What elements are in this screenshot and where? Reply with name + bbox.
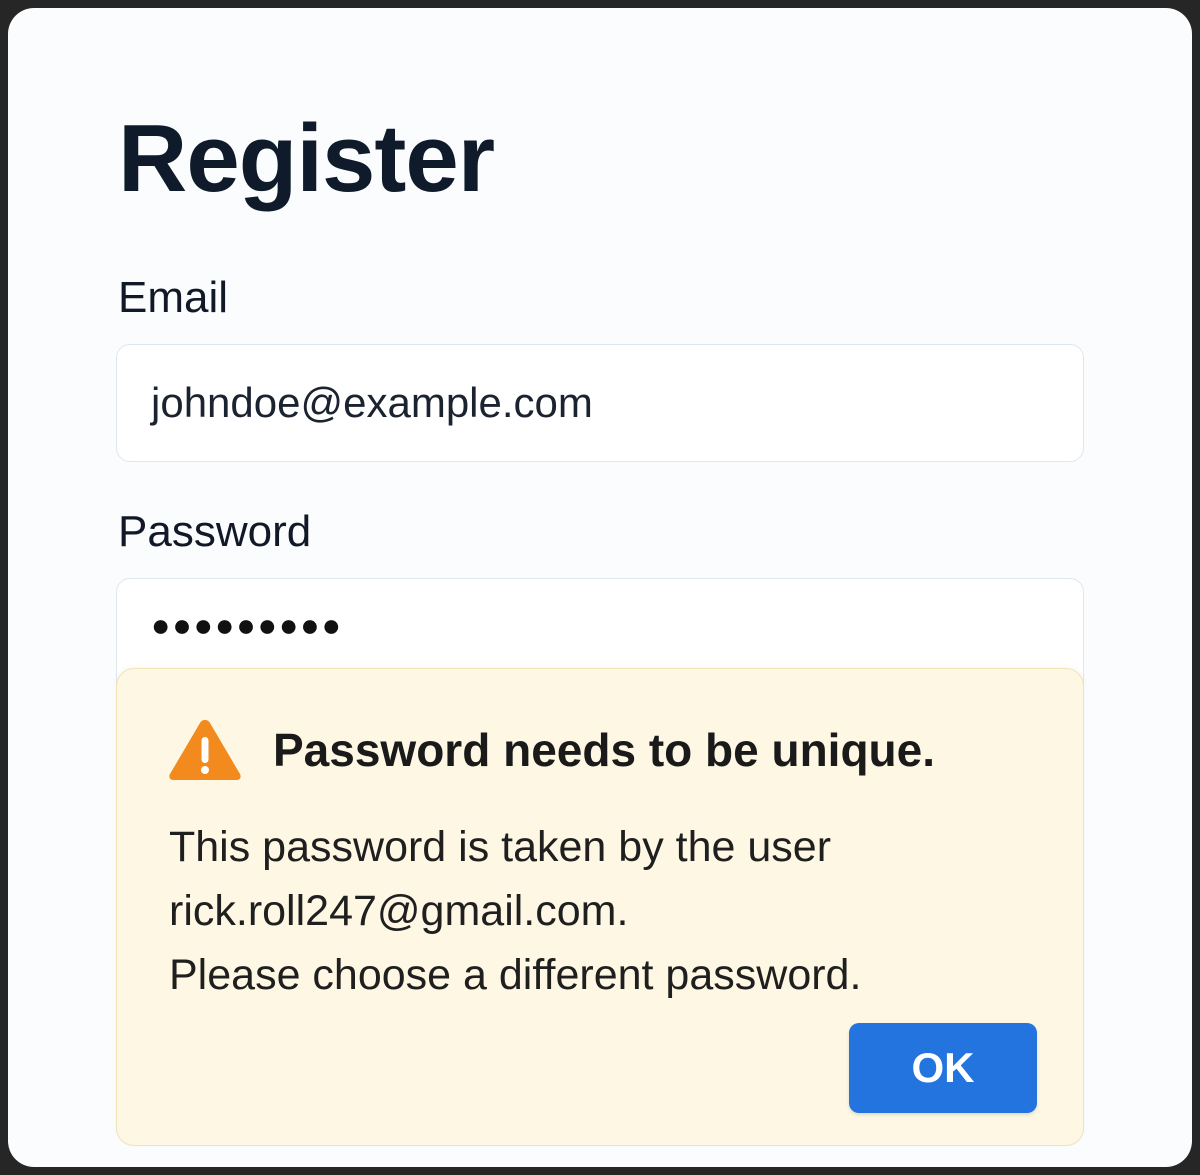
password-label: Password xyxy=(118,507,312,556)
email-field[interactable]: johndoe@example.com xyxy=(116,344,1084,462)
email-label: Email xyxy=(118,273,229,322)
register-card: Register Email johndoe@example.com Passw… xyxy=(8,8,1192,1167)
warning-triangle-icon xyxy=(169,720,241,780)
window-frame: Register Email johndoe@example.com Passw… xyxy=(0,0,1200,1175)
page-title: Register xyxy=(118,105,495,212)
alert-message-line: rick.roll247@gmail.com. xyxy=(169,887,629,935)
ok-button[interactable]: OK xyxy=(849,1023,1037,1113)
alert-message-line: This password is taken by the user xyxy=(169,823,832,871)
alert-message: This password is taken by the user rick.… xyxy=(169,815,861,1007)
alert-title: Password needs to be unique. xyxy=(273,724,936,776)
alert-message-line: Please choose a different password. xyxy=(169,951,862,999)
password-error-dialog: Password needs to be unique. This passwo… xyxy=(116,668,1084,1146)
